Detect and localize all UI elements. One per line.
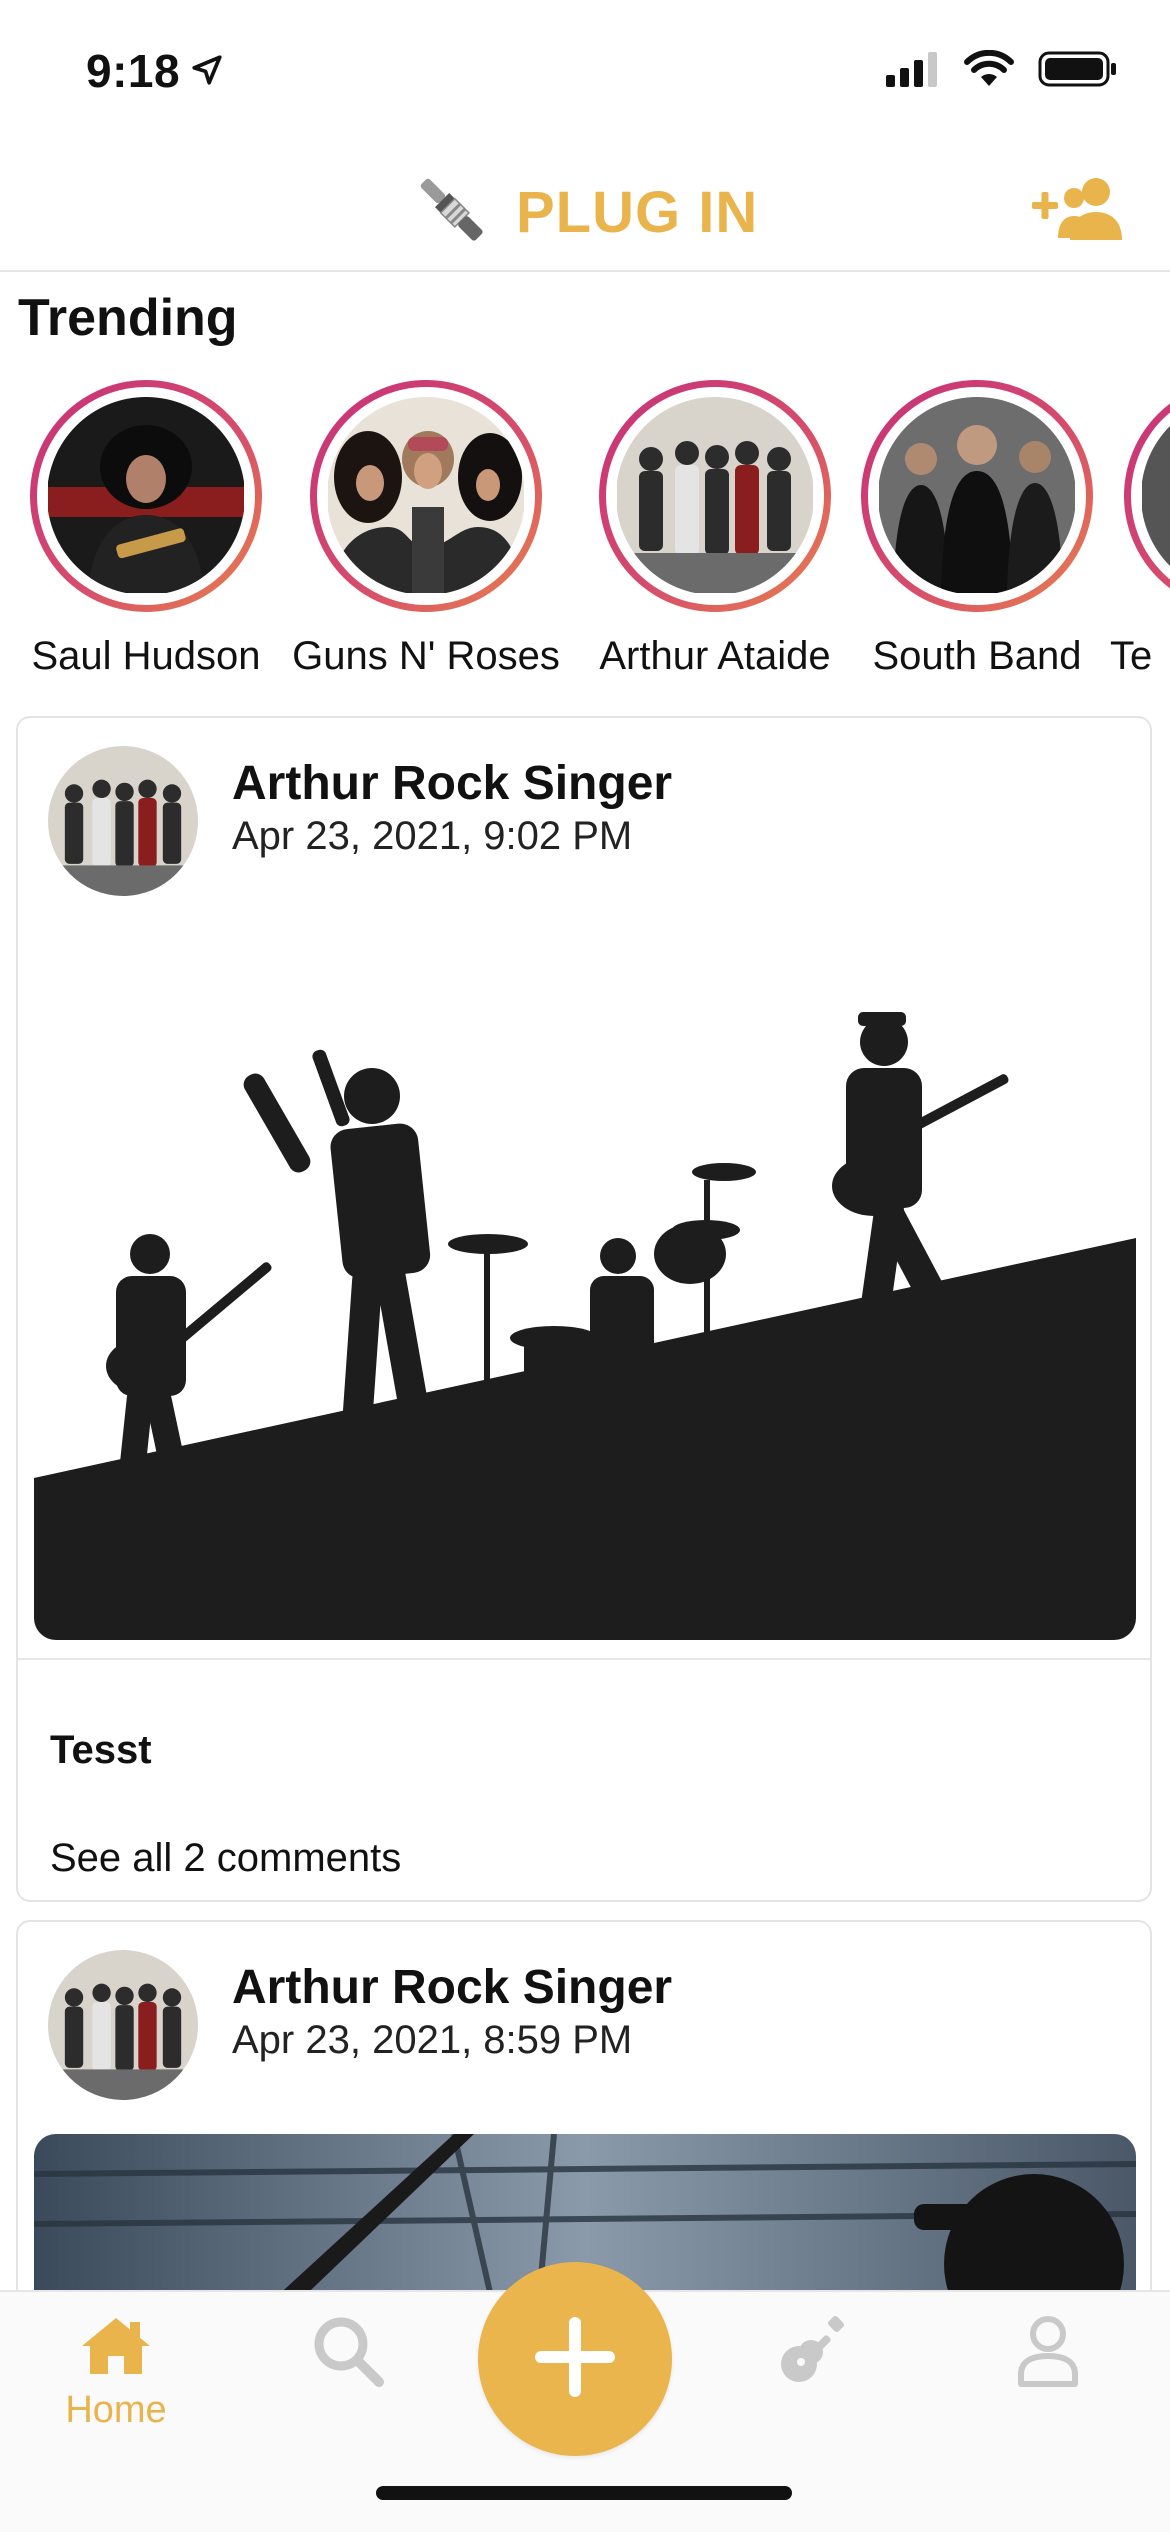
story-name: Saul Hudson — [31, 634, 261, 678]
story-avatar — [878, 397, 1076, 595]
app-header: PLUG IN — [0, 150, 1170, 272]
audio-jack-icon — [410, 168, 494, 257]
add-friends-button[interactable] — [1030, 174, 1126, 251]
add-user-icon — [1030, 178, 1126, 250]
story-item[interactable]: Arthur Ataide — [575, 380, 855, 679]
tab-search[interactable] — [258, 2314, 438, 2393]
post-header[interactable]: Arthur Rock Singer Apr 23, 2021, 8:59 PM — [18, 1922, 1150, 2122]
status-time: 9:18 — [86, 45, 181, 97]
post-author-avatar[interactable] — [48, 1950, 198, 2100]
story-name: Guns N' Roses — [292, 634, 560, 678]
story-name: South Band — [872, 634, 1082, 678]
see-comments-link[interactable]: See all 2 comments — [50, 1836, 401, 1881]
app-title: PLUG IN — [516, 180, 759, 245]
story-name: Arthur Ataide — [599, 634, 831, 678]
cellular-signal-icon — [886, 51, 940, 92]
location-arrow-icon — [190, 44, 224, 98]
tab-instruments[interactable] — [722, 2314, 902, 2393]
story-avatar — [327, 397, 525, 595]
post-image[interactable] — [34, 918, 1136, 1640]
home-icon — [80, 2318, 152, 2382]
post-header[interactable]: Arthur Rock Singer Apr 23, 2021, 9:02 PM — [18, 718, 1150, 918]
create-post-button[interactable] — [478, 2262, 672, 2456]
plus-icon — [527, 2309, 623, 2410]
trending-title: Trending — [18, 289, 238, 347]
tab-home-label: Home — [65, 2389, 167, 2431]
story-avatar — [1141, 397, 1170, 595]
battery-icon — [1038, 50, 1118, 93]
guitar-icon — [775, 2316, 849, 2392]
story-item[interactable]: Saul Hudson — [6, 380, 286, 679]
story-item[interactable]: Guns N' Roses — [286, 380, 566, 679]
story-item[interactable]: South Band — [837, 380, 1117, 679]
post-timestamp: Apr 23, 2021, 9:02 PM — [232, 814, 633, 858]
post-card: Arthur Rock Singer Apr 23, 2021, 9:02 PM — [16, 716, 1152, 1902]
home-indicator — [376, 2486, 792, 2500]
post-author-avatar[interactable] — [48, 746, 198, 896]
post-author-name[interactable]: Arthur Rock Singer — [232, 756, 672, 811]
tab-profile[interactable] — [958, 2314, 1138, 2393]
tab-home[interactable]: Home — [26, 2314, 206, 2432]
story-item[interactable]: Te — [1100, 380, 1170, 679]
search-icon — [311, 2317, 385, 2392]
user-profile-icon — [1015, 2316, 1081, 2392]
trending-stories: Saul Hudson Guns N' Roses Arthur Ataide … — [0, 380, 1170, 690]
brand: PLUG IN — [410, 168, 758, 257]
post-author-name[interactable]: Arthur Rock Singer — [232, 1960, 672, 2015]
wifi-icon — [964, 49, 1014, 93]
status-bar: 9:18 — [0, 0, 1170, 140]
story-name: Te — [1110, 634, 1153, 678]
story-avatar — [616, 397, 814, 595]
story-avatar — [47, 397, 245, 595]
post-timestamp: Apr 23, 2021, 8:59 PM — [232, 2018, 633, 2062]
post-caption: Tesst — [50, 1728, 152, 1772]
